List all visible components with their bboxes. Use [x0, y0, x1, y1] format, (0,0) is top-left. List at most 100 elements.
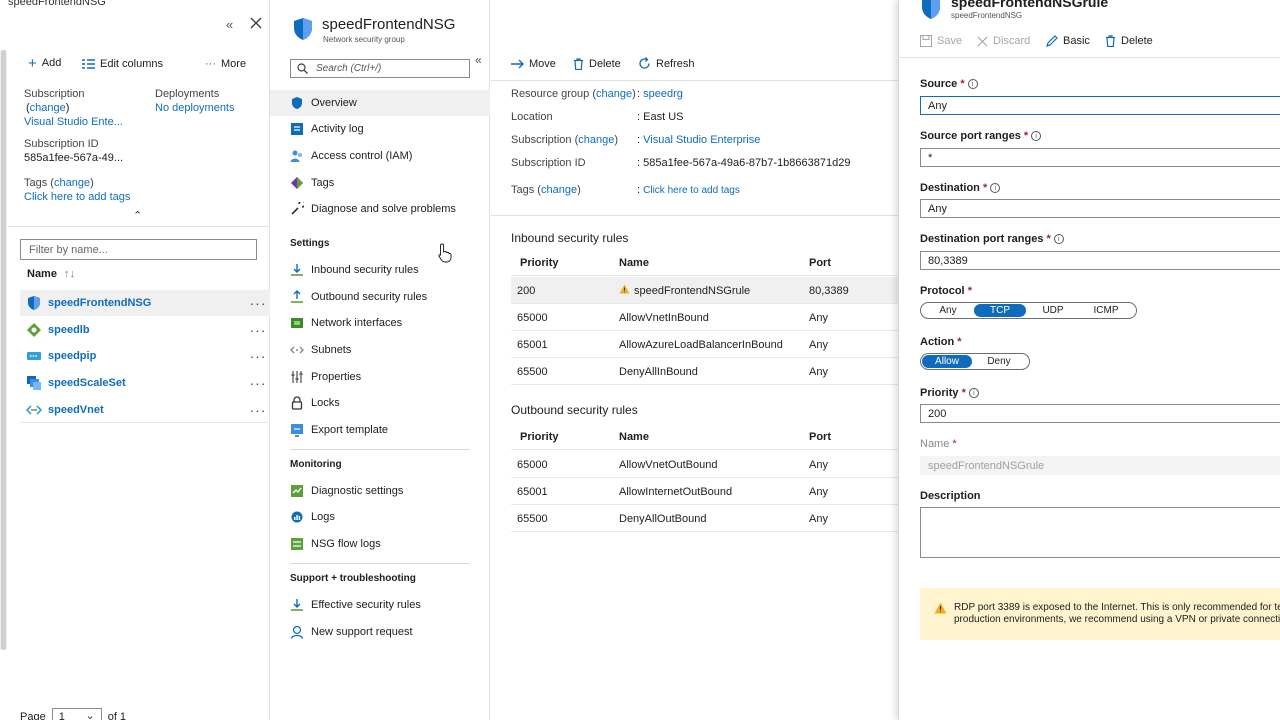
subscription-change-link[interactable]: change — [30, 102, 66, 114]
subscription-change-link[interactable]: change — [578, 134, 614, 146]
name-column-header[interactable]: Name — [619, 257, 649, 269]
priority-column-header[interactable]: Priority — [520, 431, 559, 443]
description-textarea[interactable] — [920, 507, 1280, 558]
more-actions-icon[interactable]: ··· — [246, 295, 270, 311]
destination-port-input[interactable]: 80,3389 — [920, 251, 1280, 270]
nav-item-outbound-rules[interactable]: Outbound security rules — [270, 284, 490, 310]
rdp-warning-banner: RDP port 3389 is exposed to the Internet… — [920, 588, 1280, 640]
protocol-option-udp[interactable]: UDP — [1026, 304, 1080, 317]
nav-item-locks[interactable]: Locks — [270, 390, 490, 416]
action-option-allow[interactable]: Allow — [922, 355, 972, 368]
nav-item-logs[interactable]: Logs — [270, 504, 490, 530]
table-row[interactable]: 65001 AllowAzureLoadBalancerInBound Any — [511, 331, 898, 358]
search-box[interactable]: Search (Ctrl+/) — [290, 59, 470, 78]
nav-item-inbound-rules[interactable]: Inbound security rules — [270, 257, 490, 283]
more-actions-icon[interactable]: ··· — [246, 375, 270, 391]
info-icon[interactable]: i — [967, 79, 978, 89]
resource-group-change-link[interactable]: change — [596, 88, 632, 100]
port-column-header[interactable]: Port — [809, 257, 831, 269]
nav-label: Access control (IAM) — [311, 150, 413, 162]
source-select[interactable]: Any — [920, 96, 1280, 115]
source-port-input[interactable]: * — [920, 148, 1280, 167]
nav-item-subnets[interactable]: Subnets — [270, 337, 490, 363]
priority-column-header[interactable]: Priority — [520, 257, 559, 269]
add-tags-link[interactable]: Click here to add tags — [643, 185, 740, 196]
wrench-icon — [290, 202, 304, 216]
more-actions-icon[interactable]: ··· — [246, 348, 270, 364]
subscription-value[interactable]: Visual Studio Ente... — [24, 116, 123, 128]
info-icon[interactable]: i — [968, 388, 979, 398]
nav-item-activity-log[interactable]: Activity log — [270, 116, 490, 142]
name-label: Name * — [920, 438, 957, 450]
rule-name: AllowVnetInBound — [619, 312, 709, 324]
save-button[interactable]: Save — [920, 35, 962, 47]
nav-item-access-control[interactable]: Access control (IAM) — [270, 143, 490, 169]
colon: : — [637, 134, 641, 146]
refresh-button[interactable]: Refresh — [638, 57, 695, 70]
nav-item-properties[interactable]: Properties — [270, 364, 490, 390]
tags-change-link[interactable]: change — [54, 177, 90, 189]
table-row[interactable]: 65001 AllowInternetOutBound Any — [511, 478, 898, 505]
protocol-option-tcp[interactable]: TCP — [974, 304, 1026, 317]
tags-change-link[interactable]: change — [541, 184, 577, 196]
more-actions-icon[interactable]: ··· — [246, 402, 270, 418]
table-row[interactable]: 65500 DenyAllInBound Any — [511, 358, 898, 385]
priority-input[interactable]: 200 — [920, 404, 1280, 423]
protocol-option-icmp[interactable]: ICMP — [1080, 304, 1132, 317]
filter-by-name-input[interactable] — [20, 239, 257, 260]
subscription-link[interactable]: Visual Studio Enterprise — [643, 134, 760, 146]
left-scrollbar[interactable] — [0, 50, 7, 650]
left-scrollbar-thumb[interactable] — [1, 50, 6, 650]
nav-item-overview[interactable]: Overview — [270, 90, 490, 116]
nav-item-diagnostic-settings[interactable]: Diagnostic settings — [270, 478, 490, 504]
delete-rule-button[interactable]: Delete — [1105, 35, 1153, 47]
info-icon[interactable]: i — [1053, 234, 1064, 244]
table-row[interactable]: 65000 AllowVnetInBound Any — [511, 304, 898, 331]
nav-item-effective-rules[interactable]: Effective security rules — [270, 592, 490, 618]
page-select[interactable]: 1 ⌄ — [51, 708, 102, 720]
edit-columns-button[interactable]: Edit columns — [82, 58, 163, 70]
table-row[interactable]: 65000 AllowVnetOutBound Any — [511, 451, 898, 478]
protocol-option-any[interactable]: Any — [922, 304, 974, 317]
required-mark: * — [961, 387, 966, 399]
deployments-value[interactable]: No deployments — [155, 102, 235, 114]
delete-button[interactable]: Delete — [573, 58, 621, 70]
discard-button[interactable]: Discard — [977, 35, 1030, 47]
nav-item-export-template[interactable]: Export template — [270, 417, 490, 443]
resource-row[interactable]: speedScaleSet ··· — [20, 370, 270, 396]
nav-item-nsg-flow-logs[interactable]: NSG flow logs — [270, 531, 490, 557]
table-row[interactable]: 65500 DenyAllOutBound Any — [511, 505, 898, 532]
add-tags-link[interactable]: Click here to add tags — [24, 191, 130, 203]
breadcrumb[interactable]: speedFrontendNSG — [8, 0, 106, 8]
resource-row[interactable]: speedVnet ··· — [20, 397, 270, 423]
divider — [20, 422, 270, 423]
resource-group-link[interactable]: speedrg — [643, 88, 683, 100]
nav-item-tags[interactable]: Tags — [270, 170, 490, 196]
resource-row[interactable]: speedFrontendNSG ··· — [20, 290, 270, 316]
description-label: Description — [920, 490, 981, 502]
name-column-header[interactable]: Name ↑↓ — [27, 268, 75, 280]
collapse-nav-icon[interactable]: « — [475, 53, 482, 67]
move-button[interactable]: Move — [511, 58, 556, 70]
collapse-icon[interactable]: « — [226, 17, 233, 32]
nav-item-diagnose[interactable]: Diagnose and solve problems — [270, 196, 490, 222]
name-column-header[interactable]: Name — [619, 431, 649, 443]
destination-select[interactable]: Any — [920, 199, 1280, 218]
action-option-deny[interactable]: Deny — [972, 355, 1026, 368]
info-icon[interactable]: i — [990, 183, 1001, 193]
resource-row[interactable]: speedpip ··· — [20, 343, 270, 369]
collapse-essentials-icon[interactable]: ⌃ — [133, 209, 142, 222]
resource-row[interactable]: speedlb ··· — [20, 317, 270, 343]
basic-button[interactable]: Basic — [1046, 35, 1090, 47]
nav-label: Diagnostic settings — [311, 485, 404, 497]
close-icon[interactable] — [250, 17, 262, 29]
table-row[interactable]: 200 speedFrontendNSGrule 80,3389 — [511, 277, 898, 304]
nav-item-new-support-request[interactable]: New support request — [270, 619, 490, 645]
port-column-header[interactable]: Port — [809, 431, 831, 443]
more-actions-icon[interactable]: ··· — [246, 322, 270, 338]
page-count: of 1 — [107, 711, 127, 720]
info-icon[interactable]: i — [1031, 131, 1042, 141]
more-button[interactable]: ··· More — [205, 58, 246, 70]
nav-item-network-interfaces[interactable]: Network interfaces — [270, 310, 490, 336]
add-button[interactable]: + Add — [28, 56, 61, 71]
